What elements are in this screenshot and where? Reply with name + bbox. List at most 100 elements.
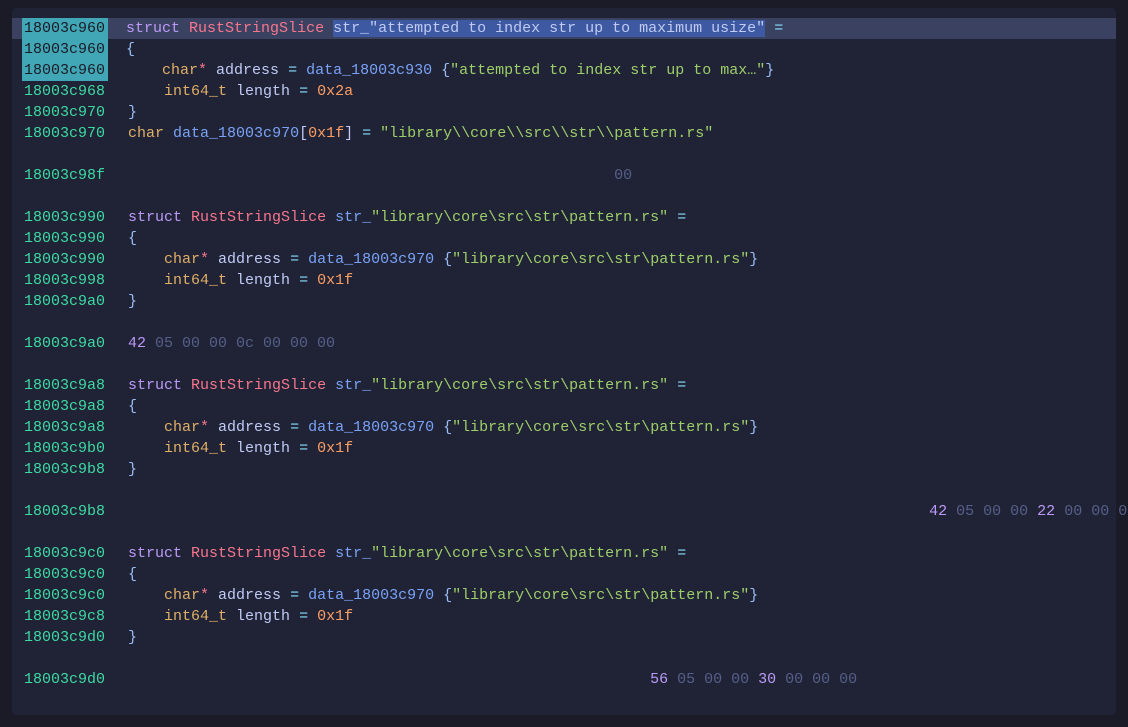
token: length [236, 83, 290, 100]
address[interactable]: 18003c9c0 [20, 564, 110, 585]
code-line[interactable]: 18003c9a0 } [12, 291, 1116, 312]
token: struct [128, 545, 182, 562]
code-line[interactable]: 18003c9c0 { [12, 564, 1116, 585]
code-line[interactable] [12, 312, 1116, 333]
token [434, 251, 443, 268]
code-line[interactable] [12, 522, 1116, 543]
code-line[interactable]: 18003c9c8 int64_t length = 0x1f [12, 606, 1116, 627]
token: char [164, 251, 200, 268]
address[interactable]: 18003c9b8 [20, 501, 110, 522]
code-line[interactable]: 18003c9d0 } [12, 627, 1116, 648]
address[interactable]: 18003c9a8 [20, 417, 110, 438]
address[interactable]: 18003c9a0 [20, 291, 110, 312]
token: char [164, 587, 200, 604]
address[interactable]: 18003c970 [20, 102, 110, 123]
address[interactable]: 18003c9a0 [20, 333, 110, 354]
address[interactable]: 18003c9b8 [20, 459, 110, 480]
code-line[interactable]: 18003c9a8 struct RustStringSlice str_"li… [12, 375, 1116, 396]
code-line[interactable]: 18003c98f 00 [12, 165, 1116, 186]
code-line[interactable] [12, 354, 1116, 375]
address[interactable]: 18003c9b0 [20, 438, 110, 459]
code-line[interactable]: 18003c990 { [12, 228, 1116, 249]
address[interactable]: 18003c990 [20, 207, 110, 228]
address[interactable]: 18003c968 [20, 81, 110, 102]
code-line[interactable]: 18003c9c0 struct RustStringSlice str_"li… [12, 543, 1116, 564]
code-line[interactable]: 18003c960 char* address = data_18003c930… [12, 60, 1116, 81]
token [668, 209, 677, 226]
token: = [299, 83, 308, 100]
code-line[interactable] [12, 186, 1116, 207]
address[interactable]: 18003c9a8 [20, 375, 110, 396]
code-line[interactable]: 18003c970 } [12, 102, 1116, 123]
line-content: int64_t length = 0x1f [110, 438, 1108, 459]
code-line[interactable]: 18003c9a0 42 05 00 00 0c 00 00 00 [12, 333, 1116, 354]
line-content: char* address = data_18003c970 {"library… [110, 417, 1108, 438]
token [279, 62, 288, 79]
code-line[interactable]: 18003c9b0 int64_t length = 0x1f [12, 438, 1116, 459]
token: 30 [758, 671, 776, 688]
code-line[interactable] [12, 648, 1116, 669]
token: str_ [335, 377, 371, 394]
token: struct [128, 377, 182, 394]
token: 00 00 00 [776, 671, 857, 688]
token: { [443, 587, 452, 604]
code-line[interactable]: 18003c990 char* address = data_18003c970… [12, 249, 1116, 270]
code-line[interactable]: 18003c9a8 char* address = data_18003c970… [12, 417, 1116, 438]
address[interactable]: 18003c960 [22, 18, 108, 39]
code-line[interactable]: 18003c970 char data_18003c970[0x1f] = "l… [12, 123, 1116, 144]
address[interactable]: 18003c990 [20, 228, 110, 249]
address[interactable]: 18003c9c8 [20, 606, 110, 627]
address[interactable]: 18003c9a8 [20, 396, 110, 417]
token: RustStringSlice [191, 545, 326, 562]
code-line[interactable]: 18003c960 { [12, 39, 1116, 60]
address[interactable]: 18003c9c0 [20, 585, 110, 606]
line-content: { [110, 396, 1108, 417]
address[interactable]: 18003c9c0 [20, 543, 110, 564]
code-line[interactable]: 18003c960 struct RustStringSlice str_"at… [12, 18, 1116, 39]
line-content: char* address = data_18003c930 {"attempt… [108, 60, 1108, 81]
token: } [128, 461, 137, 478]
address[interactable]: 18003c960 [22, 39, 108, 60]
line-content: } [110, 459, 1108, 480]
line-content: 56 05 00 00 30 00 00 00 [110, 669, 1108, 690]
token [110, 461, 128, 478]
token: { [441, 62, 450, 79]
token: int64_t [164, 83, 227, 100]
code-line[interactable]: 18003c9a8 { [12, 396, 1116, 417]
code-line[interactable]: 18003c990 struct RustStringSlice str_"li… [12, 207, 1116, 228]
code-line[interactable]: 18003c968 int64_t length = 0x2a [12, 81, 1116, 102]
code-line[interactable] [12, 144, 1116, 165]
address[interactable]: 18003c9d0 [20, 669, 110, 690]
code-line[interactable] [12, 480, 1116, 501]
code-line[interactable]: 18003c9d0 56 05 00 00 30 00 00 00 [12, 669, 1116, 690]
token: "library\\core\\src\\str\\pattern.rs" [380, 125, 713, 142]
address[interactable]: 18003c990 [20, 249, 110, 270]
address[interactable]: 18003c98f [20, 165, 110, 186]
token [108, 41, 126, 58]
token [299, 251, 308, 268]
code-line[interactable]: 18003c998 int64_t length = 0x1f [12, 270, 1116, 291]
token: str_ [335, 209, 371, 226]
token [110, 335, 128, 352]
token: = [299, 272, 308, 289]
token: 00 00 00 [1055, 503, 1128, 520]
code-line[interactable]: 18003c9c0 char* address = data_18003c970… [12, 585, 1116, 606]
token: struct [126, 20, 180, 37]
line-content: { [110, 228, 1108, 249]
line-content: } [110, 291, 1108, 312]
token: = [290, 419, 299, 436]
token: } [765, 62, 774, 79]
token [110, 545, 128, 562]
line-content: int64_t length = 0x1f [110, 270, 1108, 291]
disassembly-view[interactable]: 18003c960 struct RustStringSlice str_"at… [12, 8, 1116, 715]
address[interactable]: 18003c9d0 [20, 627, 110, 648]
address[interactable]: 18003c960 [22, 60, 108, 81]
line-content: int64_t length = 0x2a [110, 81, 1108, 102]
code-line[interactable]: 18003c9b8 42 05 00 00 22 00 00 00 [12, 501, 1116, 522]
address[interactable]: 18003c970 [20, 123, 110, 144]
code-line[interactable]: 18003c9b8 } [12, 459, 1116, 480]
token [281, 587, 290, 604]
line-content: struct RustStringSlice str_"library\core… [110, 375, 1108, 396]
address[interactable]: 18003c998 [20, 270, 110, 291]
token [432, 62, 441, 79]
